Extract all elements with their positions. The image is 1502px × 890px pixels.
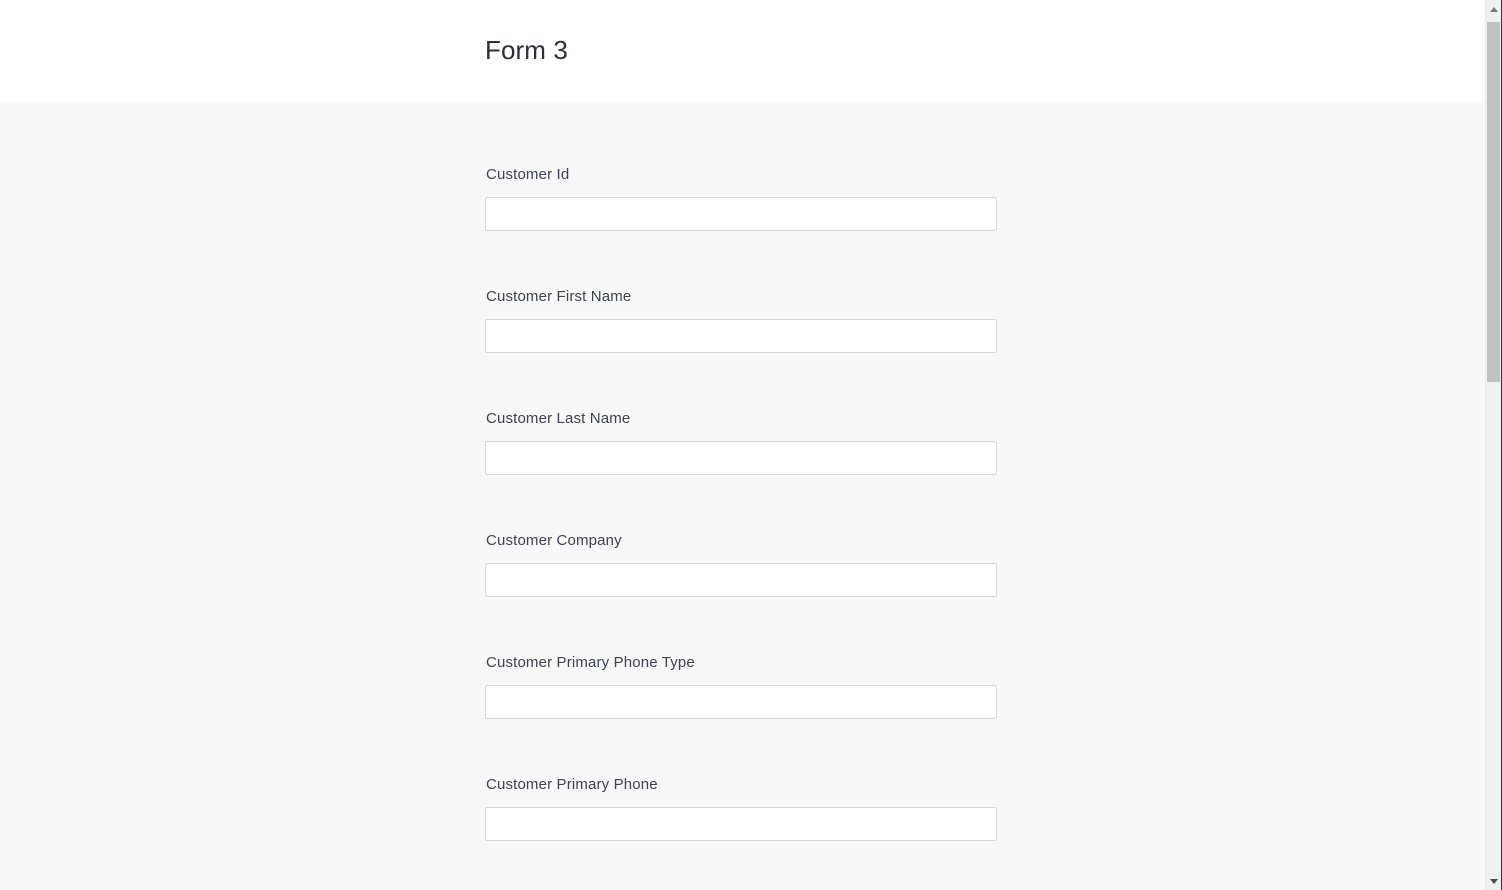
page-title: Form 3	[485, 35, 568, 65]
input-customer-primary-phone[interactable]	[485, 807, 997, 841]
field-group-customer-first-name: Customer First Name	[485, 287, 997, 409]
label-customer-last-name: Customer Last Name	[486, 410, 631, 427]
scroll-up-button[interactable]	[1486, 0, 1501, 18]
field-group-customer-company: Customer Company	[485, 531, 997, 653]
input-customer-first-name[interactable]	[485, 319, 997, 353]
label-customer-first-name: Customer First Name	[486, 288, 632, 305]
field-group-customer-primary-phone: Customer Primary Phone	[485, 775, 997, 890]
form-field-list: Customer Id Customer First Name Customer…	[485, 165, 997, 890]
field-group-customer-id: Customer Id	[485, 165, 997, 287]
app-viewport: Form 3 Customer Id Customer First Name C…	[0, 0, 1502, 890]
input-customer-last-name[interactable]	[485, 441, 997, 475]
form-body: Customer Id Customer First Name Customer…	[0, 103, 1485, 890]
input-customer-company[interactable]	[485, 563, 997, 597]
label-customer-primary-phone-type: Customer Primary Phone Type	[486, 654, 695, 671]
triangle-down-icon	[1489, 878, 1498, 884]
input-customer-primary-phone-type[interactable]	[485, 685, 997, 719]
scroll-down-button[interactable]	[1486, 872, 1501, 890]
label-customer-id: Customer Id	[486, 166, 570, 183]
field-group-customer-primary-phone-type: Customer Primary Phone Type	[485, 653, 997, 775]
label-customer-company: Customer Company	[486, 532, 622, 549]
vertical-scrollbar[interactable]	[1485, 0, 1502, 890]
label-customer-primary-phone: Customer Primary Phone	[486, 776, 658, 793]
form-header: Form 3	[0, 0, 1485, 103]
scrollbar-thumb[interactable]	[1487, 22, 1500, 382]
input-customer-id[interactable]	[485, 197, 997, 231]
form-page: Form 3 Customer Id Customer First Name C…	[0, 0, 1485, 890]
triangle-up-icon	[1489, 6, 1498, 12]
field-group-customer-last-name: Customer Last Name	[485, 409, 997, 531]
